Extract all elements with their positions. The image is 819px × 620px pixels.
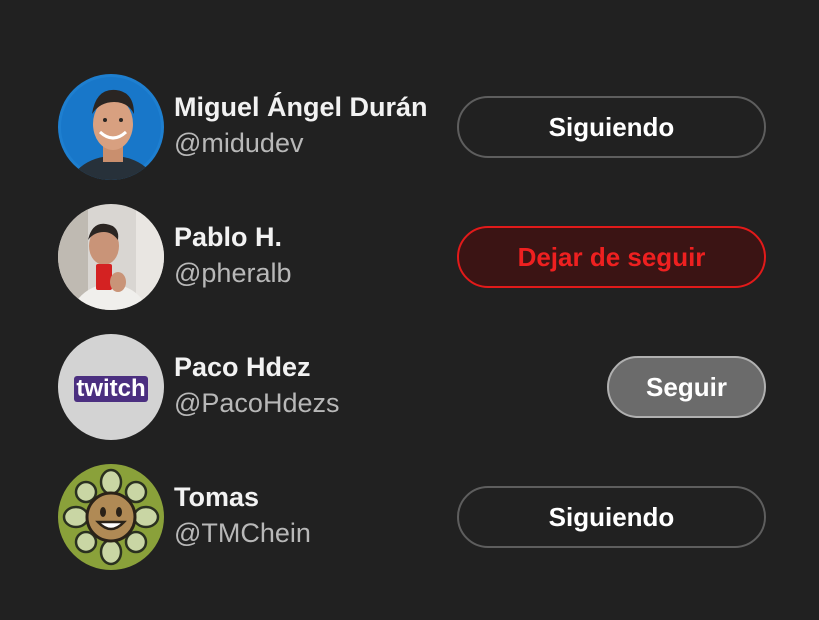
- user-photo-icon: [58, 204, 164, 310]
- user-handle: @pheralb: [174, 258, 292, 288]
- follow-suggestions-list: Miguel Ángel Durán @midudev Siguiendo Pa…: [0, 0, 819, 620]
- unfollow-button[interactable]: Dejar de seguir: [457, 226, 766, 288]
- svg-text:twitch: twitch: [76, 375, 145, 402]
- user-card: Tomas @TMChein Siguiendo: [0, 464, 819, 576]
- user-photo-icon: [58, 74, 164, 180]
- following-button[interactable]: Siguiendo: [457, 96, 766, 158]
- user-name[interactable]: Paco Hdez: [174, 352, 311, 383]
- avatar-tmchein[interactable]: [58, 464, 164, 570]
- user-card: twitch Paco Hdez @PacoHdezs Seguir: [0, 334, 819, 446]
- user-name[interactable]: Miguel Ángel Durán: [174, 92, 428, 123]
- avatar-pheralb[interactable]: [58, 204, 164, 310]
- following-button[interactable]: Siguiendo: [457, 486, 766, 548]
- user-name[interactable]: Pablo H.: [174, 222, 282, 253]
- user-card: Pablo H. @pheralb Dejar de seguir: [0, 204, 819, 316]
- avatar-pacohdezs[interactable]: twitch: [58, 334, 164, 440]
- user-handle: @midudev: [174, 128, 304, 158]
- twitch-logo-icon: twitch: [58, 334, 164, 440]
- sunflower-icon: [58, 464, 164, 570]
- user-handle: @PacoHdezs: [174, 388, 340, 418]
- user-card: Miguel Ángel Durán @midudev Siguiendo: [0, 74, 819, 186]
- avatar-midudev[interactable]: [58, 74, 164, 180]
- user-handle: @TMChein: [174, 518, 311, 548]
- user-name[interactable]: Tomas: [174, 482, 259, 513]
- follow-button[interactable]: Seguir: [607, 356, 766, 418]
